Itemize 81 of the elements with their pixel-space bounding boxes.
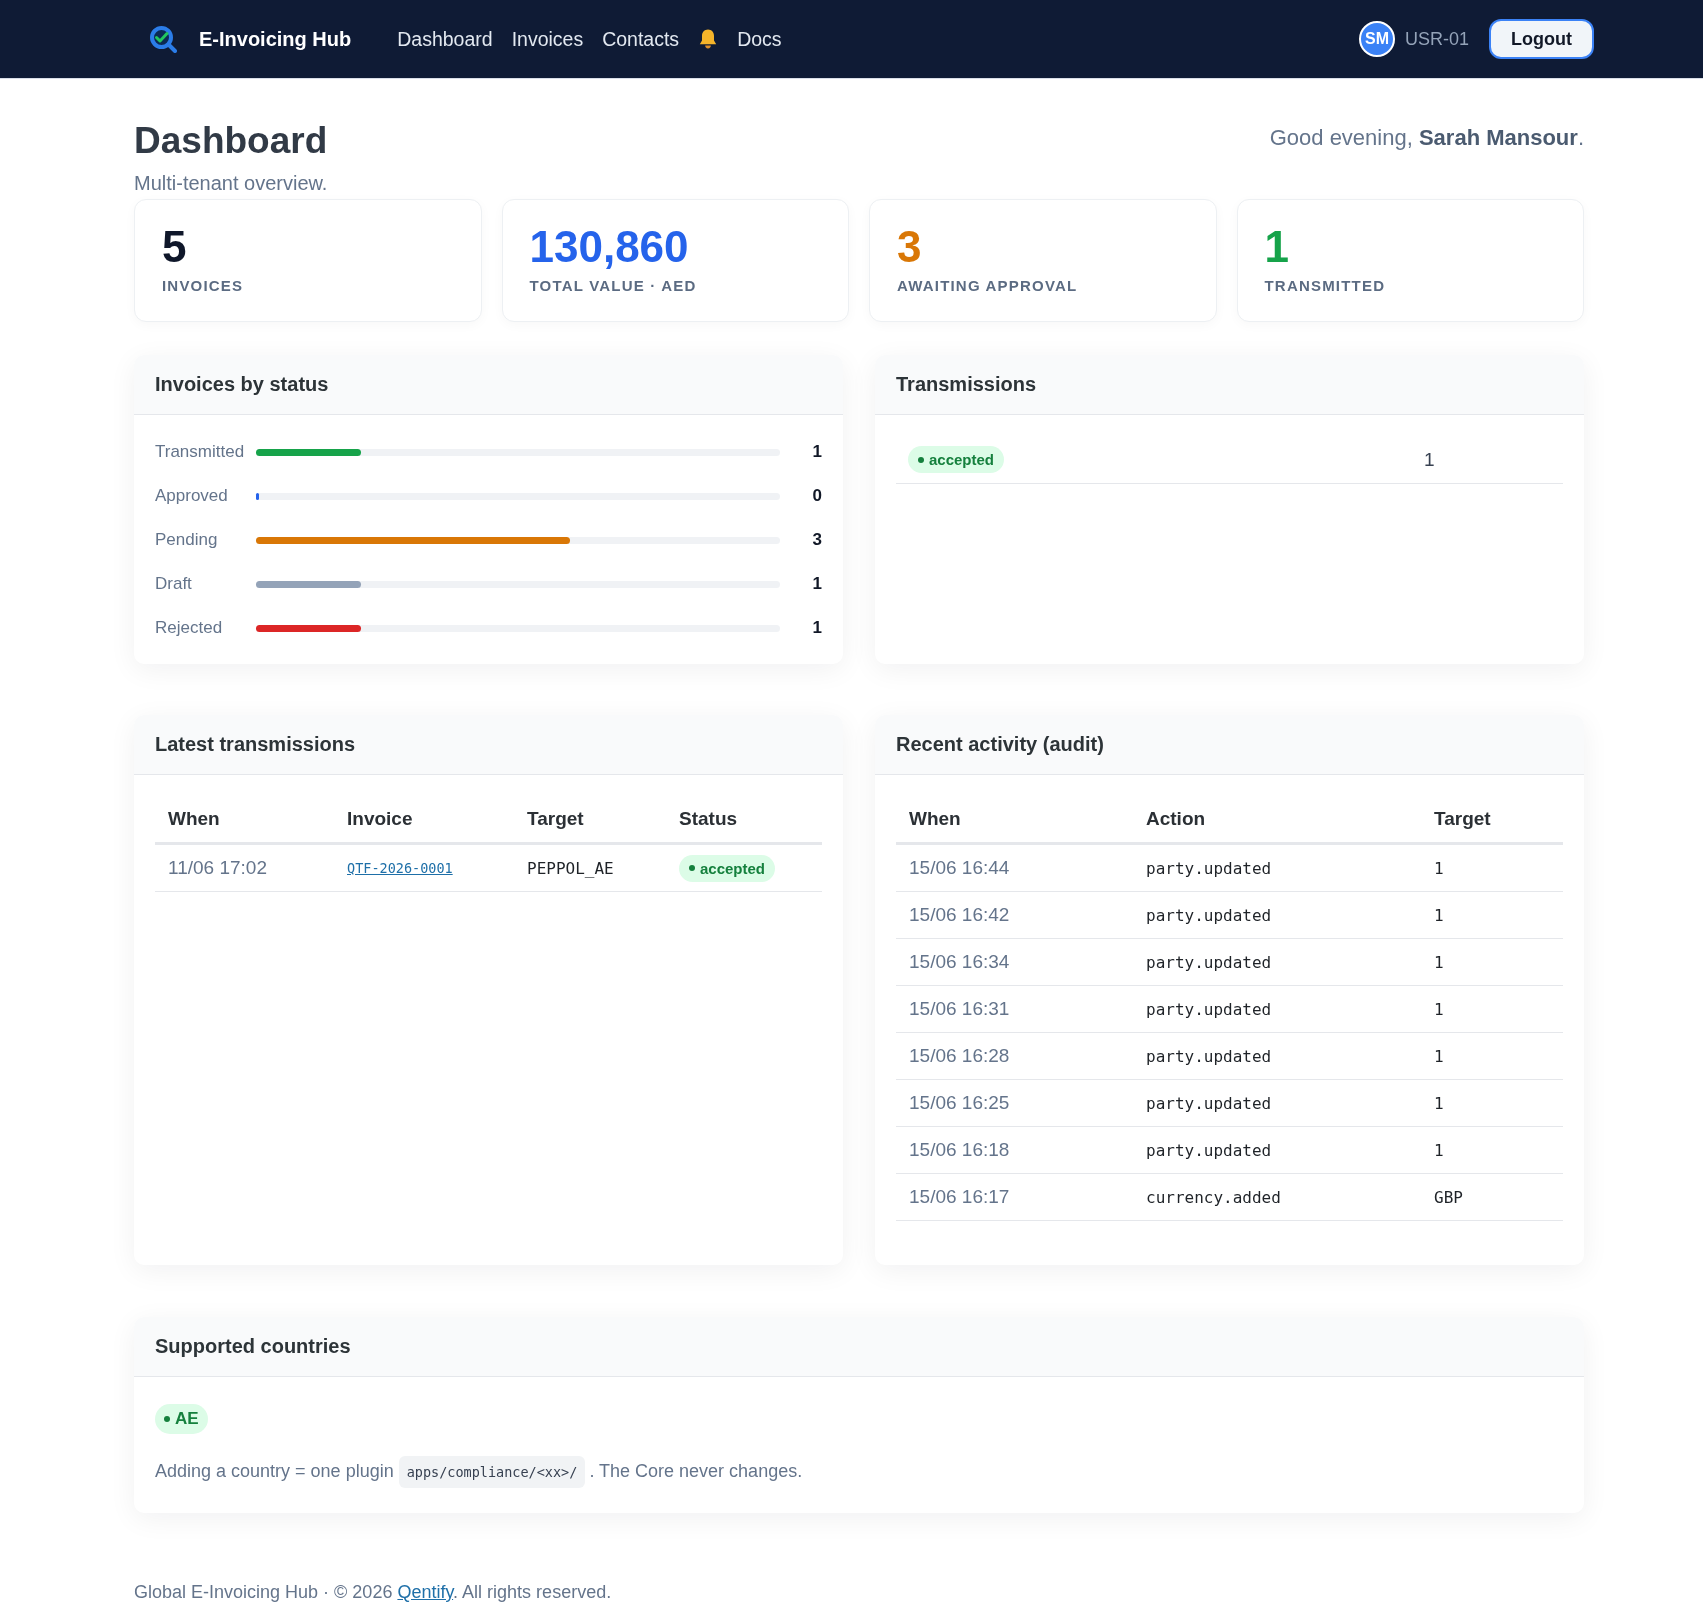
table-cell-text: 15/06 16:18 <box>908 1139 1011 1161</box>
table-cell-text: 1 <box>1433 999 1445 1019</box>
page-subtitle: Multi-tenant overview. <box>134 171 328 196</box>
stat-value: 1 <box>1264 222 1289 272</box>
table-cell-text: GBP <box>1433 1187 1464 1207</box>
footer-text: Global E-Invoicing Hub · © 2026 Qentify. All rights reserved. <box>134 1581 612 1604</box>
panel-title: Recent activity (audit) <box>896 733 1104 756</box>
table-cell-text: party.updated <box>1145 1093 1273 1113</box>
table-cell-text: party.updated <box>1145 999 1273 1019</box>
stat-value: 3 <box>897 222 922 272</box>
status-label: Draft <box>155 574 192 594</box>
user-id: USR-01 <box>1405 28 1469 50</box>
table-cell-text: 1 <box>1423 448 1436 471</box>
stat-value: 130,860 <box>529 222 689 272</box>
table-cell-text: currency.added <box>1145 1187 1282 1207</box>
table-cell-text: party.updated <box>1145 952 1273 972</box>
stat-label: INVOICES <box>162 276 244 296</box>
panel-title: Invoices by status <box>155 373 329 396</box>
status-text: accepted <box>929 451 995 468</box>
panel-title: Supported countries <box>155 1335 351 1358</box>
stat-label: TRANSMITTED <box>1264 276 1386 296</box>
nav-link[interactable]: Docs <box>737 27 782 51</box>
table-cell-text: party.updated <box>1145 1140 1273 1160</box>
table-cell-text: PEPPOL_AE <box>526 858 615 878</box>
status-count: 3 <box>812 530 822 550</box>
table-cell-text: 15/06 16:31 <box>908 998 1011 1020</box>
table-cell-text: party.updated <box>1145 858 1273 878</box>
status-label: Transmitted <box>155 442 245 462</box>
table-cell-text: 15/06 16:17 <box>908 1186 1011 1208</box>
status-count: 1 <box>812 574 822 594</box>
stat-value: 5 <box>162 222 187 272</box>
page-title: Dashboard <box>134 119 328 163</box>
user-avatar: SM <box>1359 21 1395 57</box>
table-cell-text: party.updated <box>1145 905 1273 925</box>
status-count: 0 <box>812 486 822 506</box>
column-header: Invoice <box>346 808 414 830</box>
panel-title: Transmissions <box>896 373 1037 396</box>
table-cell-text: 1 <box>1433 952 1445 972</box>
dot-icon <box>918 456 924 463</box>
stat-label: AWAITING APPROVAL <box>897 276 1078 296</box>
status-label: Pending <box>155 530 218 550</box>
column-header: Status <box>678 808 739 830</box>
nav-link[interactable]: Contacts <box>602 27 680 51</box>
status-count: 1 <box>812 442 822 462</box>
table-cell-text: 15/06 16:28 <box>908 1045 1011 1067</box>
code-snippet: apps/compliance/<xx>/ <box>398 1456 586 1488</box>
greeting-text: Good evening, Sarah Mansour. <box>1269 124 1584 152</box>
footer-link[interactable]: Qentify <box>397 1582 454 1602</box>
status-label: Approved <box>155 486 228 506</box>
logo-icon[interactable] <box>149 25 177 53</box>
brand-name[interactable]: E-Invoicing Hub <box>199 27 352 51</box>
table-cell-text: 15/06 16:34 <box>908 951 1011 973</box>
table-cell-text: party.updated <box>1145 1046 1273 1066</box>
bell-icon[interactable] <box>698 28 719 50</box>
status-label: Rejected <box>155 618 223 638</box>
table-cell-text: 15/06 16:25 <box>908 1092 1011 1114</box>
dot-icon <box>689 865 695 871</box>
table-cell-text: 15/06 16:42 <box>908 904 1011 926</box>
column-header: Action <box>1145 808 1207 830</box>
table-cell-text: 11/06 17:02 <box>167 857 268 879</box>
table-cell-text: 1 <box>1433 905 1445 925</box>
status-count: 1 <box>812 618 822 638</box>
column-header: When <box>908 808 962 830</box>
table-cell-text: 1 <box>1433 1046 1445 1066</box>
country-code: AE <box>175 1409 199 1429</box>
panel-title: Latest transmissions <box>155 733 356 756</box>
table-cell-text: 1 <box>1433 1093 1445 1113</box>
table-cell-text: 1 <box>1433 858 1445 878</box>
column-header: When <box>167 808 221 830</box>
nav-link[interactable]: Dashboard <box>397 27 493 51</box>
dot-icon <box>164 1416 170 1422</box>
stat-label: TOTAL VALUE · AED <box>529 276 697 296</box>
column-header: Target <box>1433 808 1492 830</box>
nav-link[interactable]: Invoices <box>511 27 584 51</box>
column-header: Target <box>526 808 585 830</box>
logout-button[interactable]: Logout <box>1489 19 1594 59</box>
table-cell-text: 1 <box>1433 1140 1445 1160</box>
status-text: accepted <box>700 859 766 877</box>
table-cell-text: 15/06 16:44 <box>908 857 1011 879</box>
invoice-link[interactable]: QTF-2026-0001 <box>347 860 453 876</box>
note-text: Adding a country = one plugin apps/compliance/<xx>/ . The Core never changes. <box>155 1454 803 1489</box>
